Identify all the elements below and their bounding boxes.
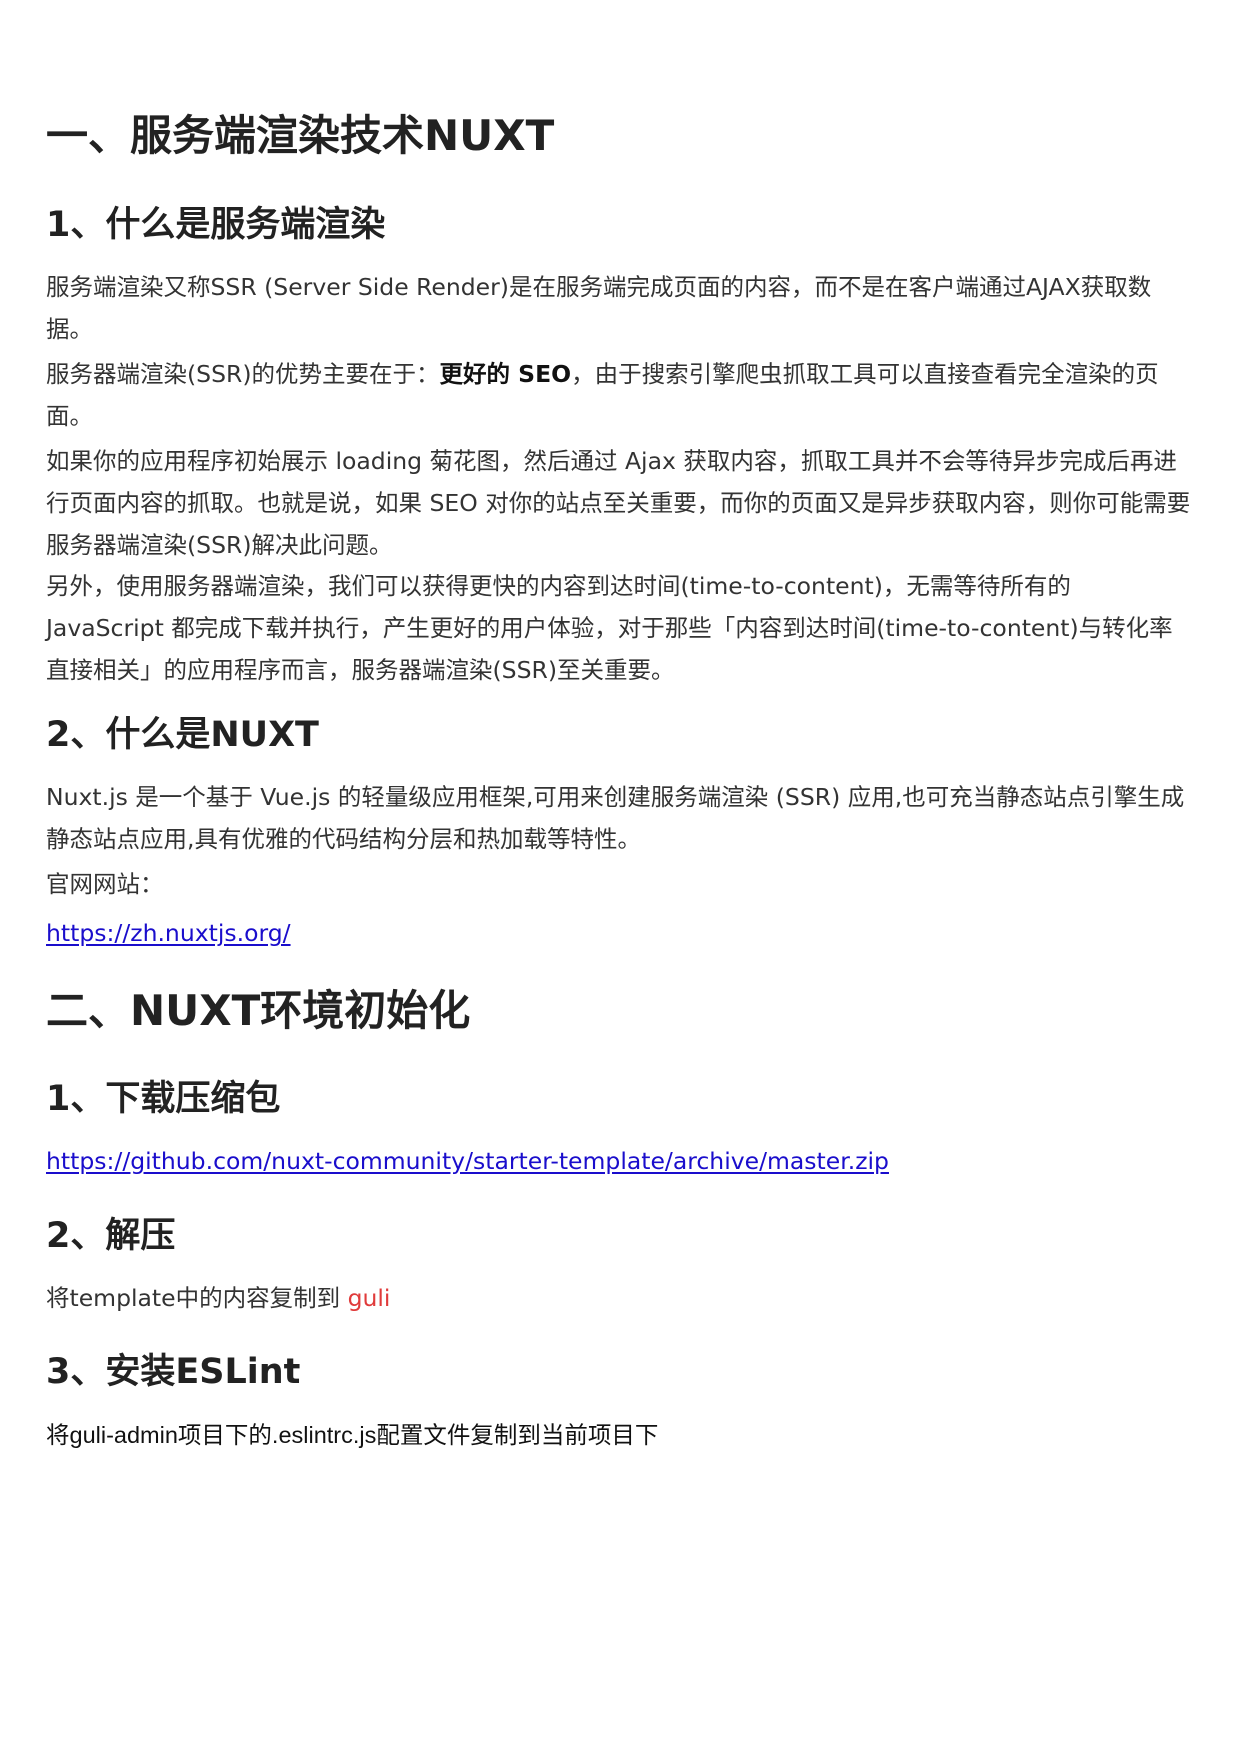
official-site-line: https://zh.nuxtjs.org/: [46, 912, 1196, 954]
advantage-strong-seo: 更好的 SEO: [439, 360, 572, 388]
subsection-1-2-title: 2、什么是NUXT: [46, 715, 319, 755]
section-2-title: 二、NUXT环境初始化: [46, 986, 471, 1035]
download-line: https://github.com/nuxt-community/starte…: [46, 1140, 1196, 1182]
download-zip-link[interactable]: https://github.com/nuxt-community/starte…: [46, 1147, 889, 1175]
section-1-title: 一、服务端渲染技术NUXT: [46, 111, 555, 160]
advantage-text-pre: 服务器端渲染(SSR)的优势主要在于：: [46, 360, 440, 388]
subsection-2-1-title: 1、下载压缩包: [46, 1079, 281, 1119]
paragraph-loading-ajax: 如果你的应用程序初始展示 loading 菊花图，然后通过 Ajax 获取内容，…: [46, 447, 1191, 559]
paragraph-ssr-advantage: 服务器端渲染(SSR)的优势主要在于：更好的 SEO，由于搜索引擎爬虫抓取工具可…: [46, 353, 1196, 437]
paragraph-nuxt-intro: Nuxt.js 是一个基于 Vue.js 的轻量级应用框架,可用来创建服务端渲染…: [46, 783, 1185, 853]
unzip-instruction: 将template中的内容复制到 guli: [46, 1277, 1196, 1319]
subsection-2-2-title: 2、解压: [46, 1216, 176, 1256]
official-site-link[interactable]: https://zh.nuxtjs.org/: [46, 919, 291, 947]
paragraph-time-to-content: 另外，使用服务器端渲染，我们可以获得更快的内容到达时间(time-to-cont…: [46, 572, 1173, 684]
eslint-instruction: 将guli-admin项目下的.eslintrc.js配置文件复制到当前项目下: [46, 1422, 659, 1448]
paragraph-ssr-definition: 服务端渲染又称SSR (Server Side Render)是在服务端完成页面…: [46, 273, 1152, 343]
subsection-2-3-title: 3、安装ESLint: [46, 1352, 301, 1392]
official-site-label: 官网网站：: [46, 870, 164, 898]
subsection-1-1-title: 1、什么是服务端渲染: [46, 205, 386, 245]
guli-highlight: guli: [347, 1284, 391, 1312]
unzip-text: 将template中的内容复制到: [46, 1284, 348, 1312]
